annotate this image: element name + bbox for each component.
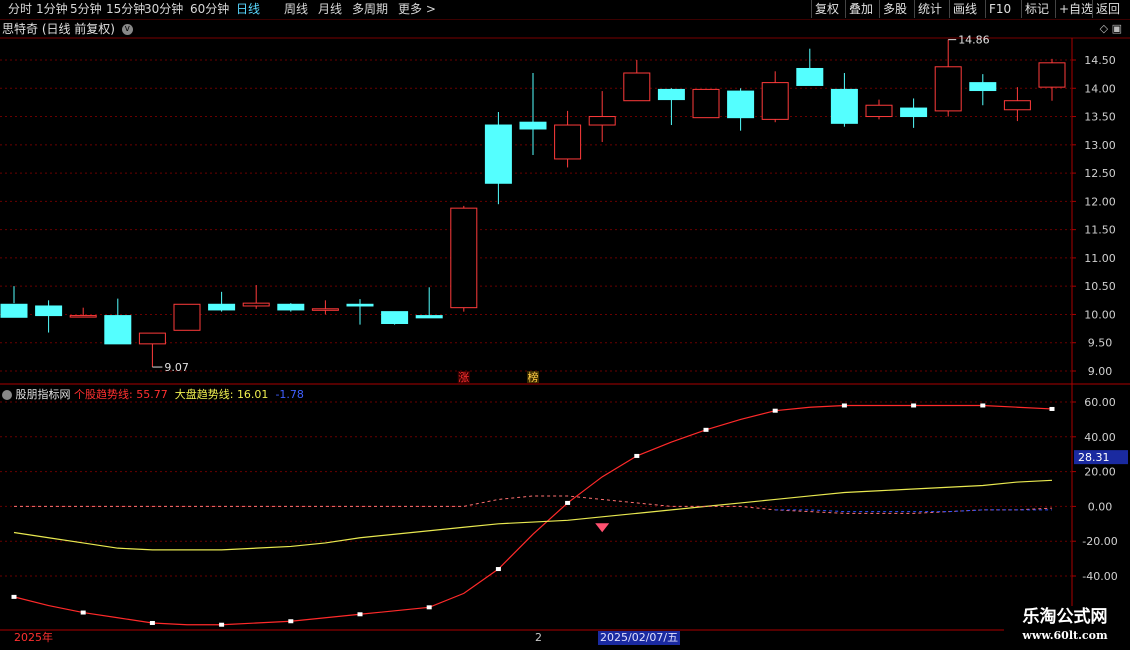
series-line-0 [13,404,1053,626]
candle-body [311,308,339,311]
candle-body [69,315,97,318]
indicator-collapse-icon[interactable] [2,390,12,400]
trend-dot [565,500,571,505]
trend-dot [703,427,709,432]
line3-value: -1.78 [275,388,304,401]
candle-body [1038,62,1066,88]
month-label: 2 [535,631,542,644]
line2-value: 16.01 [236,388,269,401]
series-line-1 [13,479,1053,551]
candle-body [104,315,132,345]
candle-body [484,124,512,184]
trend-dot [219,622,225,627]
candle-body [900,107,928,118]
price-tick-label: 11.00 [1084,252,1116,265]
candle-body [692,88,720,119]
indicator-tick-label: -20.00 [1082,535,1117,548]
crosshair-value: 28.31 [1078,451,1110,464]
indicator-tick-label: 60.00 [1084,396,1116,409]
series-line-2 [14,495,1053,514]
trend-dot [426,605,432,610]
candle-body [830,88,858,124]
line1-label: 个股趋势线: [74,388,133,401]
trend-dot [841,403,847,408]
kline-chart[interactable]: 14.50 14.00 13.50 13.00 12.50 12.00 11.50 11.00… [0,0,1130,650]
line2-label: 大盘趋势线: [174,388,234,401]
indicator-tick-label: -40.00 [1082,570,1117,583]
price-tick-label: 11.50 [1084,224,1116,237]
trend-dot [149,620,155,625]
price-tick-label: 12.00 [1084,195,1116,208]
trend-dot [634,453,640,458]
price-tick-label: 12.50 [1084,167,1116,180]
candle-body [969,82,997,92]
trend-dot [357,612,363,617]
watermark-url: www.60lt.com [1022,629,1108,642]
candle-body [277,303,305,311]
trend-dot [495,567,501,572]
candle-body [554,124,582,160]
candle-body [588,116,616,126]
candle-body [761,82,789,120]
candle-body [519,121,547,130]
price-tick-label: 13.00 [1084,139,1116,152]
candle-body [934,66,962,112]
indicator-name: 股朋指标网 [15,388,71,401]
trend-dot [80,610,86,615]
indicator-title: 股朋指标网 个股趋势线: 55.77 大盘趋势线: 16.01 -1.78 [2,387,304,403]
indicator-tick-label: 40.00 [1084,431,1116,444]
line1-value: 55.77 [136,388,168,401]
candle-body [623,72,651,102]
diamond-signal-icon [595,523,610,533]
price-tick-label: 10.50 [1084,280,1116,293]
trend-dot [911,403,917,408]
low-label: 9.07 [164,361,189,374]
candle-body [138,332,166,345]
cursor-date: 2025/02/07/五 [598,631,681,645]
price-tick-label: 14.00 [1084,82,1116,95]
marker-0: 涨 [458,371,469,384]
high-label: 14.86 [958,34,990,47]
price-tick-label: 10.00 [1084,308,1116,321]
candle-body [796,67,824,86]
candle-body [242,302,270,307]
candle-body [381,311,409,325]
indicator-tick-label: 0.00 [1088,500,1113,513]
watermark-title: 乐淘公式网 [1022,607,1108,627]
trend-dot [11,594,17,599]
watermark: 乐淘公式网 www.60lt.com [1004,606,1126,650]
candle-body [657,88,685,101]
trend-dot [772,408,778,413]
candle-body [865,104,893,118]
trend-dot [1049,406,1055,411]
price-tick-label: 9.00 [1088,365,1113,378]
candle-body [415,315,443,319]
price-tick-label: 9.50 [1088,337,1113,350]
trend-dot [980,403,986,408]
candle-body [727,90,755,119]
candle-body [0,303,28,318]
candle-body [1003,100,1031,111]
price-tick-label: 14.50 [1084,54,1116,67]
candle-body [35,305,63,317]
candle-body [173,303,201,331]
candle-body [208,303,236,311]
price-tick-label: 13.50 [1084,111,1116,124]
marker-1: 榜 [528,370,539,384]
trend-dot [288,619,294,624]
candle-body [450,207,478,309]
series-line-blue [775,509,1052,513]
indicator-tick-label: 20.00 [1084,466,1116,479]
candle-body [346,303,374,307]
year-label: 2025年 [14,631,53,644]
